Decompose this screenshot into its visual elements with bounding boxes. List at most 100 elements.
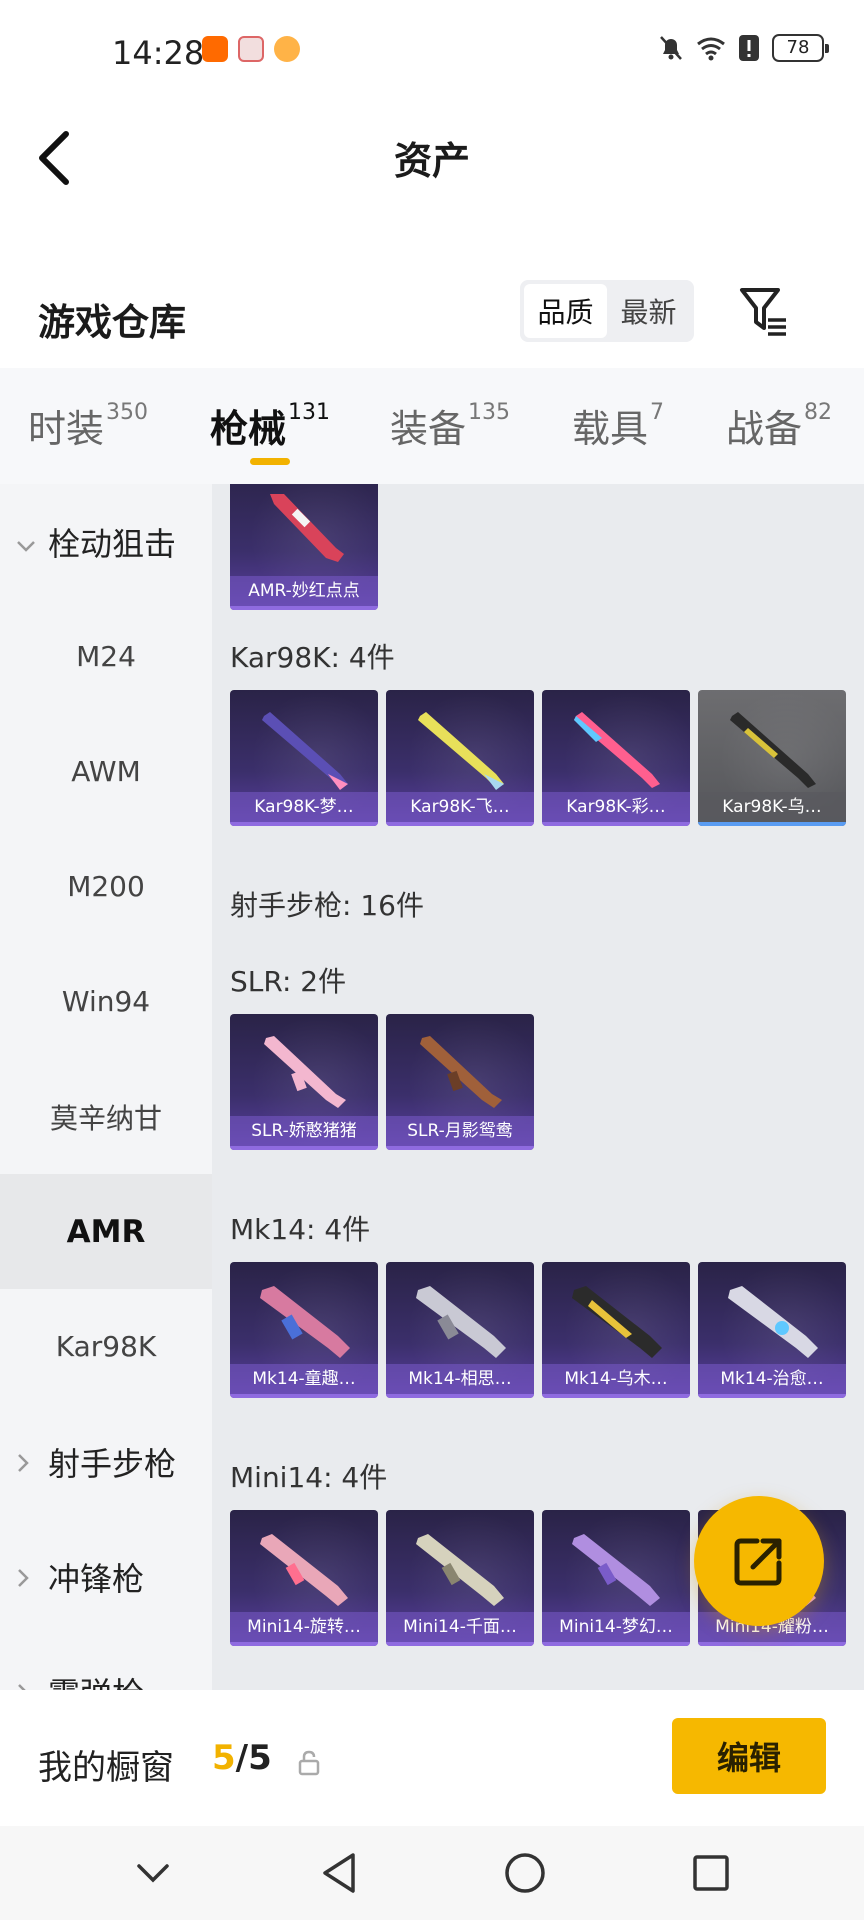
rifle-icon [728,1286,818,1358]
rarity-bar [542,1394,690,1398]
section-title-marksman: 射手步枪: 16件 [230,889,424,922]
rarity-bar [230,1642,378,1646]
tab-vehicles[interactable]: 载具7 [572,398,664,453]
weapon-card-amr[interactable]: AMR-妙红点点 [230,484,378,610]
chevron-right-icon [16,1443,36,1481]
status-bar: 14:28 78 [0,0,864,100]
rifle-icon [270,494,344,562]
rifle-icon [416,1534,504,1606]
tab-count: 131 [288,400,331,425]
rarity-bar [542,1642,690,1646]
rifle-icon [260,1534,348,1606]
warehouse-title: 游戏仓库 [38,301,186,344]
rarity-bar [230,1146,378,1150]
tab-label: 枪械 [210,407,287,451]
weapon-card-mk14[interactable]: Mk14-童趣… [230,1262,378,1398]
sidebar-item-awm[interactable]: AWM [0,714,212,829]
weapon-card-mk14[interactable]: Mk14-乌木… [542,1262,690,1398]
showcase-count: 5/5 [212,1738,272,1778]
status-time: 14:28 [112,34,205,72]
filter-button[interactable] [738,284,790,340]
tab-guns[interactable]: 枪械131 [210,398,330,453]
sidebar-group-shotgun[interactable]: 霰弹枪 [0,1634,212,1690]
weapon-card-label: Mini14-旋转… [230,1612,378,1642]
sidebar-group-label: 霰弹枪 [48,1669,144,1691]
system-nav-bar [0,1826,864,1920]
section-title-slr: SLR: 2件 [230,965,347,998]
weapon-card-label: Mini14-梦幻… [542,1612,690,1642]
tab-fashion[interactable]: 时装350 [28,398,148,453]
weapon-card-label: SLR-娇憨猪猪 [230,1116,378,1146]
showcase-total: /5 [235,1738,272,1778]
rarity-bar [230,822,378,826]
nav-recents-button[interactable] [681,1843,741,1903]
rarity-bar [542,822,690,826]
circle-home-icon [505,1853,545,1893]
weapon-type-sidebar: 栓动狙击 M24 AWM M200 Win94 莫辛纳甘 AMR Kar98K … [0,484,212,1690]
share-fab-button[interactable] [694,1496,824,1626]
rifle-icon [418,712,504,790]
taobao-app-icon [202,36,228,62]
tab-label: 载具 [572,407,649,451]
rifle-icon [416,1286,506,1358]
status-app-icons [202,36,300,62]
chevron-right-icon [16,1673,36,1690]
rifle-icon [574,712,660,788]
weapon-card-mk14[interactable]: Mk14-治愈… [698,1262,846,1398]
nav-home-button[interactable] [495,1843,555,1903]
weapon-card-label: Kar98K-彩… [542,792,690,822]
weapon-card-label: Mk14-相思… [386,1364,534,1394]
rifle-icon [260,1286,350,1358]
weapon-card-slr[interactable]: SLR-娇憨猪猪 [230,1014,378,1150]
sidebar-group-marksman[interactable]: 射手步枪 [0,1404,212,1519]
sidebar-item-win94[interactable]: Win94 [0,944,212,1059]
weapon-card-mini14[interactable]: Mini14-梦幻… [542,1510,690,1646]
weapon-card-mini14[interactable]: Mini14-千面… [386,1510,534,1646]
weapon-card-kar98k[interactable]: Kar98K-梦… [230,690,378,826]
app-screen: 14:28 78 资产 游戏仓库 品质 最新 时装350 枪械131 装备135… [0,0,864,1920]
section-title-mk14: Mk14: 4件 [230,1213,371,1246]
weapon-card-label: AMR-妙红点点 [230,576,378,606]
sidebar-item-amr[interactable]: AMR [0,1174,212,1289]
sort-newest-option[interactable]: 最新 [607,284,690,338]
weapon-card-slr[interactable]: SLR-月影鸳鸯 [386,1014,534,1150]
sidebar-group-label: 栓动狙击 [48,524,177,563]
chevron-right-icon [16,1558,36,1596]
sidebar-item-mosin[interactable]: 莫辛纳甘 [0,1059,212,1174]
tab-label: 装备 [390,407,467,451]
sidebar-item-m200[interactable]: M200 [0,829,212,944]
tab-count: 82 [804,400,833,425]
sidebar-item-kar98k[interactable]: Kar98K [0,1289,212,1404]
square-recents-icon [693,1855,729,1891]
showcase-current: 5 [212,1738,236,1778]
weapon-card-kar98k[interactable]: Kar98K-飞… [386,690,534,826]
status-right: 78 [658,34,829,62]
sort-quality-option[interactable]: 品质 [524,284,607,338]
wifi-icon [697,37,725,61]
tab-supplies[interactable]: 战备82 [726,398,832,453]
pet-app-icon [274,36,300,62]
nav-back-button[interactable] [309,1843,369,1903]
nav-collapse-button[interactable] [123,1843,183,1903]
sidebar-group-bolt-sniper[interactable]: 栓动狙击 [0,484,212,599]
lock-icon [298,1750,320,1776]
warehouse-header: 游戏仓库 品质 最新 [0,260,864,368]
tab-count: 350 [106,400,149,425]
weapon-card-mini14[interactable]: Mini14-旋转… [230,1510,378,1646]
gift-app-icon [238,36,264,62]
chevron-down-icon [16,523,36,561]
tab-equipment[interactable]: 装备135 [390,398,510,453]
weapon-card-kar98k[interactable]: Kar98K-乌… [698,690,846,826]
section-title-kar98k: Kar98K: 4件 [230,641,395,674]
weapon-card-label: Mini14-千面… [386,1612,534,1642]
weapon-card-mk14[interactable]: Mk14-相思… [386,1262,534,1398]
edit-button[interactable]: 编辑 [672,1718,826,1794]
rarity-bar [230,606,378,610]
sidebar-item-m24[interactable]: M24 [0,599,212,714]
sidebar-group-smg[interactable]: 冲锋枪 [0,1519,212,1634]
sidebar-group-label: 射手步枪 [48,1444,177,1483]
weapon-card-label: Mk14-童趣… [230,1364,378,1394]
weapon-card-kar98k[interactable]: Kar98K-彩… [542,690,690,826]
tab-count: 7 [650,400,665,425]
rifle-icon [572,1286,662,1358]
